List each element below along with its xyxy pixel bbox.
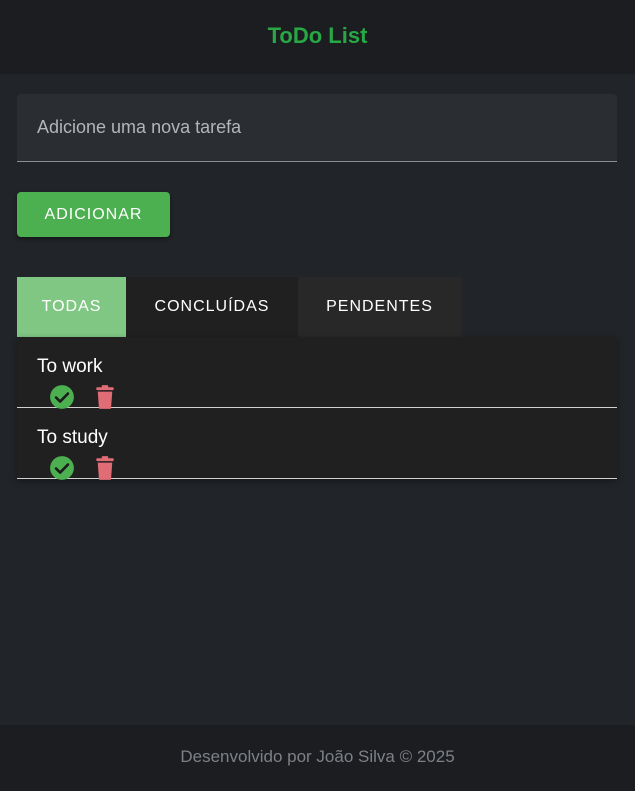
task-input-container <box>17 94 617 162</box>
task-actions <box>49 384 118 410</box>
app-header: ToDo List <box>0 0 635 74</box>
task-item: To work <box>17 337 617 410</box>
check-circle-icon[interactable] <box>49 455 75 481</box>
task-actions <box>49 455 118 481</box>
task-text: To work <box>37 356 103 377</box>
todo-app: ToDo List ADICIONAR TODAS CONCLUÍDAS PEN… <box>0 0 635 791</box>
add-task-button[interactable]: ADICIONAR <box>17 192 170 237</box>
trash-icon[interactable] <box>92 455 118 481</box>
app-footer: Desenvolvido por João Silva © 2025 <box>0 725 635 791</box>
page-title: ToDo List <box>267 23 368 48</box>
filter-tabs: TODAS CONCLUÍDAS PENDENTES <box>17 277 461 337</box>
task-item: To study <box>17 408 617 481</box>
task-input[interactable] <box>17 94 617 161</box>
tab-completed[interactable]: CONCLUÍDAS <box>126 277 298 337</box>
footer-credits: Desenvolvido por João Silva © 2025 <box>180 746 455 766</box>
trash-icon[interactable] <box>92 384 118 410</box>
tab-pending[interactable]: PENDENTES <box>298 277 461 337</box>
task-text: To study <box>37 427 108 448</box>
check-circle-icon[interactable] <box>49 384 75 410</box>
task-list: To work To study <box>17 337 617 481</box>
tab-all[interactable]: TODAS <box>17 277 126 337</box>
